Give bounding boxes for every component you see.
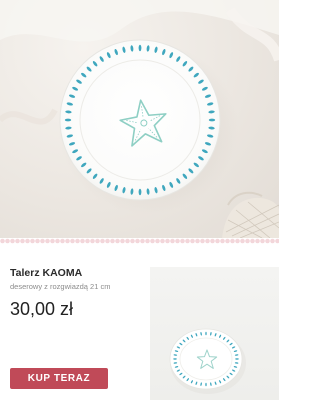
scallop bbox=[270, 238, 275, 244]
scallop bbox=[155, 238, 160, 244]
scallop bbox=[160, 238, 165, 244]
product-title[interactable]: Talerz KAOMA bbox=[10, 267, 82, 279]
scallop bbox=[255, 238, 260, 244]
rim-dot bbox=[138, 44, 142, 52]
linen-fold bbox=[0, 108, 58, 125]
scallop bbox=[20, 238, 25, 244]
scallop bbox=[105, 238, 110, 244]
product-price: 30,00 zł bbox=[10, 299, 74, 319]
scallop bbox=[120, 238, 125, 244]
scallop bbox=[5, 238, 10, 244]
scallop bbox=[150, 238, 155, 244]
scallop bbox=[220, 238, 225, 244]
buy-now-button[interactable]: KUP TERAZ bbox=[10, 368, 108, 389]
scallop bbox=[230, 238, 235, 244]
scallop bbox=[90, 238, 95, 244]
scallop bbox=[0, 238, 5, 244]
scallop bbox=[215, 238, 220, 244]
scallop bbox=[10, 238, 15, 244]
scallop bbox=[80, 238, 85, 244]
hero-product-image[interactable] bbox=[0, 0, 279, 238]
thumb-rim-dot bbox=[205, 382, 207, 387]
scallop bbox=[250, 238, 255, 244]
scallop bbox=[115, 238, 120, 244]
scallop bbox=[100, 238, 105, 244]
plate bbox=[59, 39, 221, 201]
hero-illustration bbox=[0, 0, 279, 238]
scallop bbox=[45, 238, 50, 244]
scallop bbox=[35, 238, 40, 244]
scallop bbox=[265, 238, 270, 244]
scallop bbox=[65, 238, 70, 244]
scallop bbox=[145, 238, 150, 244]
scallop bbox=[205, 238, 210, 244]
scallop bbox=[70, 238, 75, 244]
scallop bbox=[190, 238, 195, 244]
scallop-pattern bbox=[0, 238, 279, 247]
thumb-rim-dot bbox=[173, 358, 177, 360]
scallop bbox=[15, 238, 20, 244]
scallop bbox=[195, 238, 200, 244]
scallop bbox=[50, 238, 55, 244]
scallop bbox=[245, 238, 250, 244]
scallop bbox=[60, 238, 65, 244]
product-description: deserowy z rozgwiazdą 21 cm bbox=[10, 282, 111, 291]
product-info-panel: Talerz KAOMA deserowy z rozgwiazdą 21 cm… bbox=[0, 247, 279, 400]
scallop bbox=[40, 238, 45, 244]
scallop bbox=[25, 238, 30, 244]
scallop bbox=[260, 238, 265, 244]
thumb-rim-dot bbox=[235, 358, 239, 360]
scallop bbox=[225, 238, 230, 244]
product-thumbnail[interactable] bbox=[150, 267, 279, 400]
thumbnail-illustration bbox=[169, 328, 246, 394]
thumb-rim-dot bbox=[205, 331, 207, 336]
scallop bbox=[95, 238, 100, 244]
scallop bbox=[135, 238, 140, 244]
scallop bbox=[180, 238, 185, 244]
scallop bbox=[125, 238, 130, 244]
scallop bbox=[55, 238, 60, 244]
scallop bbox=[210, 238, 215, 244]
rim-dot bbox=[208, 118, 216, 122]
scalloped-divider bbox=[0, 238, 279, 247]
scallop bbox=[185, 238, 190, 244]
rim-dot bbox=[138, 188, 142, 196]
scallop bbox=[110, 238, 115, 244]
scallop bbox=[165, 238, 170, 244]
scallop bbox=[85, 238, 90, 244]
scallop bbox=[75, 238, 80, 244]
scallop bbox=[170, 238, 175, 244]
scallop bbox=[175, 238, 180, 244]
scallop bbox=[130, 238, 135, 244]
scallop bbox=[200, 238, 205, 244]
scallop bbox=[235, 238, 240, 244]
mesh-bag bbox=[222, 191, 279, 238]
scallop bbox=[140, 238, 145, 244]
scallop bbox=[30, 238, 35, 244]
rim-dot bbox=[64, 118, 72, 122]
scallop bbox=[240, 238, 245, 244]
